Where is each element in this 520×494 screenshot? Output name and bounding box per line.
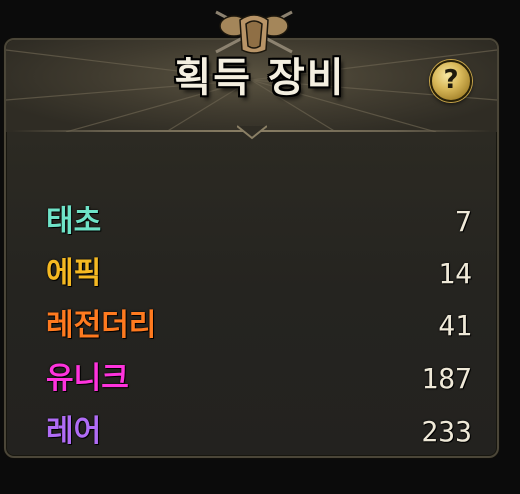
grade-label: 레어	[46, 414, 102, 449]
grade-count: 41	[438, 309, 472, 342]
header-notch-decoration	[236, 125, 267, 140]
grade-count: 233	[421, 415, 472, 448]
grade-row: 레어 233	[46, 412, 472, 452]
grade-row: 태초 7	[46, 202, 472, 242]
grade-label: 에픽	[46, 256, 102, 291]
grade-count: 187	[421, 362, 472, 395]
help-button[interactable]: ?	[430, 60, 472, 102]
game-window: 태초 7 에픽 14 레전더리 41 유니크 187 레어 233 획득 장비 ?	[0, 0, 520, 494]
question-mark-icon: ?	[443, 65, 459, 95]
armor-crest-icon	[215, 10, 293, 54]
grade-label: 태초	[46, 204, 102, 239]
grade-label: 유니크	[46, 361, 129, 396]
grade-label: 레전더리	[46, 308, 157, 343]
grade-row: 레전더리 41	[46, 306, 472, 346]
grade-count: 7	[455, 205, 472, 238]
grade-row: 유니크 187	[46, 359, 472, 399]
grade-count: 14	[438, 257, 472, 290]
grade-row: 에픽 14	[46, 254, 472, 294]
